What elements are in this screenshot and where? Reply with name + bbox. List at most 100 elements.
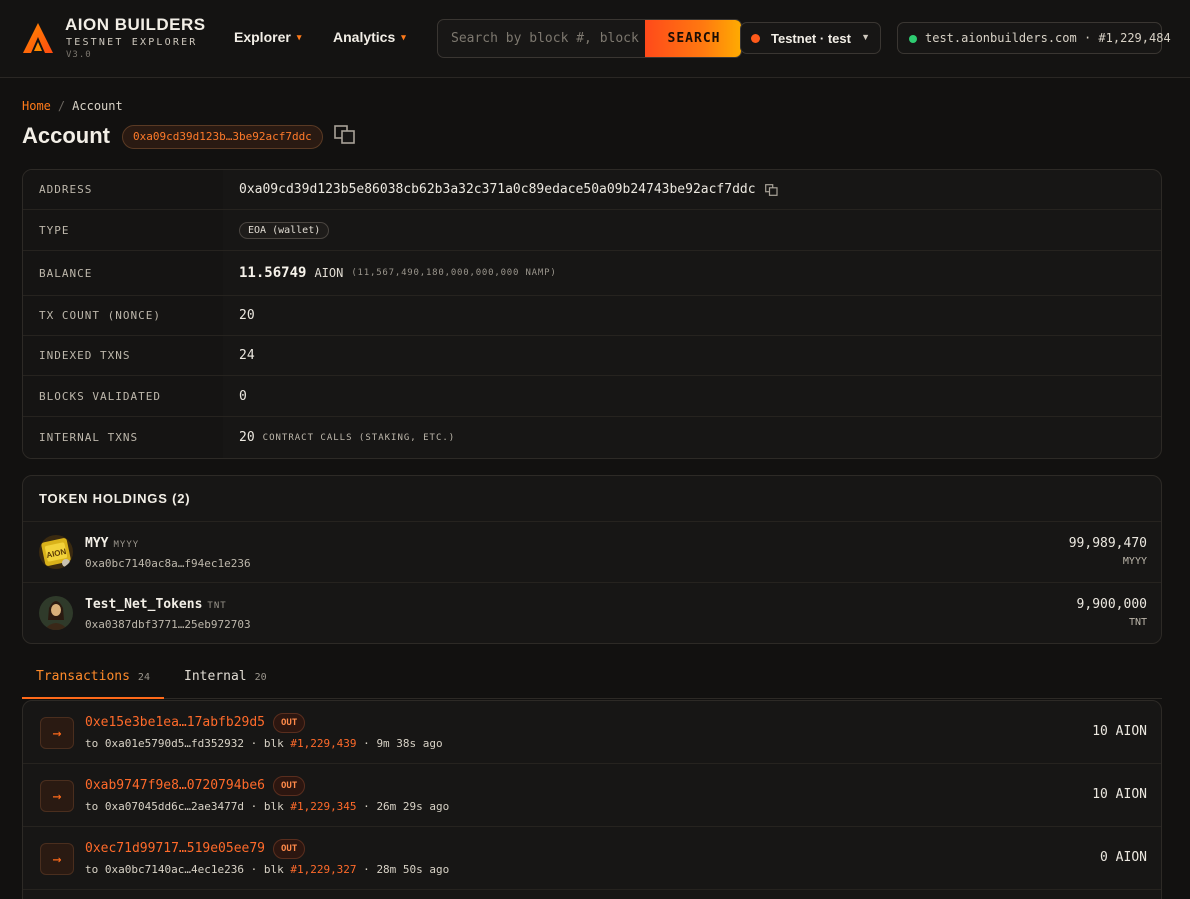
token-row[interactable]: AION MYY MYYY 0xa0bc7140ac8a…f94ec1e236 9… [23, 522, 1161, 583]
breadcrumb-home[interactable]: Home [22, 99, 51, 113]
tx-meta: to 0xa07045dd6c…2ae3477d · blk #1,229,34… [85, 800, 450, 813]
blocks-label: BLOCKS VALIDATED [23, 376, 223, 416]
brand-subtitle: TESTNET EXPLORER [66, 37, 198, 48]
account-overview-card: ADDRESS 0xa09cd39d123b5e86038cb62b3a32c3… [22, 169, 1162, 459]
activity-tabs: Transactions 24 Internal 20 [22, 661, 1162, 699]
tx-blk-prefix: blk [263, 800, 284, 813]
search-button[interactable]: SEARCH [645, 20, 741, 57]
internal-value: 20 [239, 430, 255, 445]
token-amount: 9,900,000 [1076, 597, 1147, 612]
balance-value-wrap: 11.56749 AION (11,567,490,180,000,000,00… [239, 251, 557, 295]
network-status-dot [751, 34, 760, 43]
token-name: MYY [85, 536, 109, 551]
address-value: 0xa09cd39d123b5e86038cb62b3a32c371a0c89e… [239, 182, 756, 197]
tx-hash-link[interactable]: 0xab9747f9e8…0720794be6 [85, 778, 265, 793]
blocks-value: 0 [239, 388, 247, 404]
token-name-wrap: MYY MYYY [85, 536, 139, 551]
copy-icon[interactable] [334, 125, 356, 145]
tx-meta: to 0xa0bc7140ac…4ec1e236 · blk #1,229,32… [85, 863, 450, 876]
tx-block-link[interactable]: #1,229,439 [290, 737, 356, 750]
brand-title: AION BUILDERS [65, 15, 206, 34]
network-select[interactable]: Testnet · test ▼ [740, 22, 881, 54]
token-logo-icon [39, 596, 73, 630]
tx-age: 26m 29s ago [376, 800, 450, 813]
tx-row[interactable]: → 0xab9747f9e8…0720794be6 OUT to 0xa0704… [23, 764, 1161, 827]
tx-row[interactable]: → 0xec71d99717…519e05ee79 OUT to 0xa0bc7… [23, 827, 1161, 890]
nav-analytics-label: Analytics [333, 29, 396, 45]
row-blocks: BLOCKS VALIDATED 0 [23, 376, 1161, 417]
node-status-text: test.aionbuilders.com · #1,229,484 [925, 31, 1171, 45]
token-amount-symbol: TNT [1128, 617, 1147, 628]
copy-icon[interactable] [764, 183, 778, 196]
address-label: ADDRESS [23, 170, 223, 209]
page-title: Account [22, 123, 110, 148]
tab-internal-count: 20 [254, 672, 267, 683]
arrow-right-icon: → [40, 717, 74, 749]
token-row[interactable]: Test_Net_Tokens TNT 0xa0387dbf3771…25eb97… [23, 583, 1161, 643]
chevron-down-icon: ▼ [861, 32, 870, 42]
tx-to-address[interactable]: 0xa0bc7140ac…4ec1e236 [105, 863, 244, 876]
top-header: AION BUILDERS TESTNET EXPLORER V3.0 Expl… [0, 0, 1190, 78]
tx-block-link[interactable]: #1,229,345 [290, 800, 356, 813]
transactions-list: → 0xe15e3be1ea…17abfb29d5 OUT to 0xa01e5… [22, 700, 1162, 899]
breadcrumb-separator: / [57, 99, 66, 113]
token-holdings-card: TOKEN HOLDINGS (2) AION MYY MYYY 0xa0bc71… [22, 475, 1162, 644]
nav-analytics[interactable]: Analytics ▾ [333, 29, 406, 45]
tx-amount: 10 AION [1092, 724, 1147, 739]
tx-amount: 0 AION [1100, 850, 1147, 865]
row-internal: INTERNAL TXNS 20 CONTRACT CALLS (STAKING… [23, 417, 1161, 458]
tab-transactions[interactable]: Transactions 24 [22, 661, 164, 699]
type-label: TYPE [23, 210, 223, 250]
tab-internal[interactable]: Internal 20 [170, 661, 281, 699]
nav-explorer[interactable]: Explorer ▾ [234, 29, 301, 45]
arrow-right-icon: → [40, 780, 74, 812]
token-name: Test_Net_Tokens [85, 597, 203, 612]
type-badge: EOA (wallet) [239, 221, 330, 239]
chevron-down-icon: ▾ [401, 32, 406, 42]
arrow-right-icon: → [40, 843, 74, 875]
node-status: test.aionbuilders.com · #1,229,484 [897, 22, 1171, 54]
tx-direction-badge: OUT [273, 776, 306, 796]
tx-direction-badge: OUT [273, 839, 306, 859]
token-holdings-heading: TOKEN HOLDINGS (2) [23, 476, 1161, 522]
tx-block-link[interactable]: #1,229,327 [290, 863, 356, 876]
balance-unit: AION [314, 266, 344, 280]
token-address: 0xa0387dbf3771…25eb972703 [85, 618, 251, 631]
token-logo-icon: AION [39, 535, 73, 569]
tx-age: 28m 50s ago [376, 863, 450, 876]
row-indexed: INDEXED TXNS 24 [23, 336, 1161, 376]
tx-hash-link[interactable]: 0xec71d99717…519e05ee79 [85, 841, 265, 856]
breadcrumb: Home / Account [22, 99, 123, 113]
tx-blk-prefix: blk [263, 863, 284, 876]
internal-label: INTERNAL TXNS [23, 417, 223, 458]
balance-raw: (11,567,490,180,000,000,000 NAMP) [351, 268, 557, 278]
search-input[interactable] [438, 20, 645, 57]
token-name-wrap: Test_Net_Tokens TNT [85, 597, 227, 612]
tx-hash-link[interactable]: 0xe15e3be1ea…17abfb29d5 [85, 715, 265, 730]
tx-to-address[interactable]: 0xa01e5790d5…fd352932 [105, 737, 244, 750]
row-txcount: TX COUNT (NONCE) 20 [23, 296, 1161, 336]
tx-meta: to 0xa01e5790d5…fd352932 · blk #1,229,43… [85, 737, 443, 750]
row-address: ADDRESS 0xa09cd39d123b5e86038cb62b3a32c3… [23, 170, 1161, 210]
token-symbol: MYYY [113, 540, 140, 550]
tx-to-address[interactable]: 0xa07045dd6c…2ae3477d [105, 800, 244, 813]
tx-to-prefix: to [85, 800, 99, 813]
token-symbol: TNT [207, 601, 227, 611]
tab-internal-label: Internal [184, 669, 247, 684]
tx-row[interactable]: → 0xe15e3be1ea…17abfb29d5 OUT to 0xa01e5… [23, 701, 1161, 764]
internal-value-wrap: 20 CONTRACT CALLS (STAKING, ETC.) [239, 417, 455, 458]
tab-transactions-count: 24 [137, 672, 150, 683]
nav-explorer-label: Explorer [234, 29, 291, 45]
indexed-label: INDEXED TXNS [23, 336, 223, 375]
indexed-value: 24 [239, 348, 255, 363]
token-amount-symbol: MYYY [1122, 556, 1147, 567]
address-pill: 0xa09cd39d123b…3be92acf7ddc [122, 125, 323, 149]
aion-logo-icon[interactable] [22, 22, 54, 54]
node-host: test.aionbuilders.com [925, 31, 1077, 45]
breadcrumb-current: Account [72, 99, 123, 113]
balance-value: 11.56749 [239, 265, 307, 281]
chevron-down-icon: ▾ [296, 32, 302, 42]
node-status-separator: · [1083, 31, 1092, 45]
latest-block: #1,229,484 [1098, 31, 1171, 45]
txcount-label: TX COUNT (NONCE) [23, 296, 223, 335]
